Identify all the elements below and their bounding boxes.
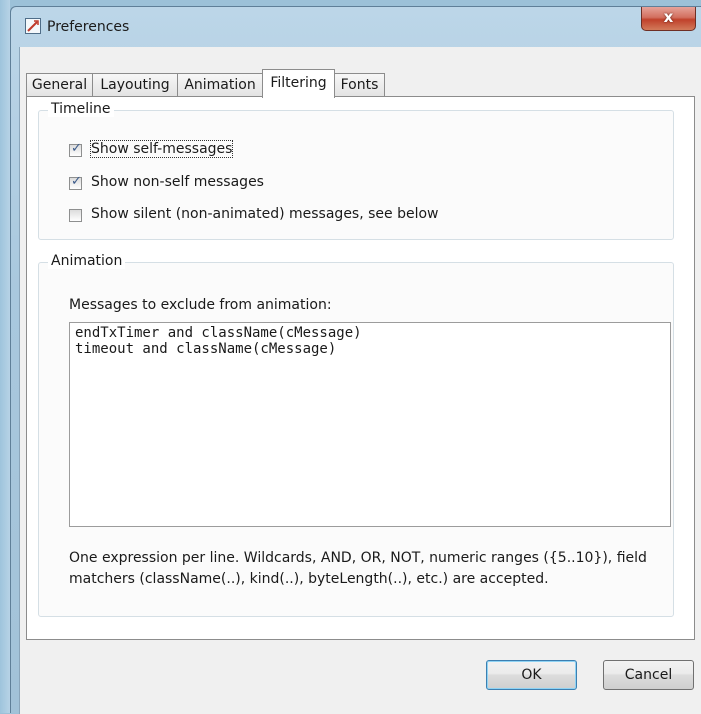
tab-fonts[interactable]: Fonts [334,73,385,97]
show-self-messages-checkbox[interactable]: ✓ [69,141,82,157]
title-bar[interactable]: Preferences x [11,7,701,47]
tab-layouting[interactable]: Layouting [92,73,178,97]
timeline-group-title: Timeline [48,101,114,117]
desktop-background [0,0,10,713]
timeline-group: Timeline ✓ Show self-messages ✓ Show non… [38,101,674,240]
show-non-self-messages-checkbox[interactable]: ✓ [69,174,82,190]
show-non-self-messages-label[interactable]: Show non-self messages [91,174,264,190]
show-silent-messages-checkbox[interactable] [69,209,82,222]
preferences-app-icon [25,18,41,34]
show-self-messages-label[interactable]: Show self-messages [89,140,234,158]
tab-animation[interactable]: Animation [177,73,263,97]
preferences-dialog: Preferences x General Layouting Animatio… [10,6,701,714]
animation-group-title: Animation [48,253,126,269]
window-title: Preferences [47,19,130,35]
filter-help-text: One expression per line. Wildcards, AND,… [69,550,647,587]
exclude-messages-label: Messages to exclude from animation: [69,297,332,313]
tab-general[interactable]: General [26,73,93,97]
checkmark-icon: ✓ [71,141,82,156]
checkmark-icon: ✓ [71,174,82,189]
dialog-client-area: General Layouting Animation Filtering Fo… [19,47,701,714]
cancel-button[interactable]: Cancel [603,660,694,690]
close-icon: x [663,8,674,26]
tab-filtering[interactable]: Filtering [262,69,335,98]
close-button[interactable]: x [641,7,696,31]
filtering-tab-panel: Timeline ✓ Show self-messages ✓ Show non… [26,96,695,640]
exclude-messages-textarea[interactable]: endTxTimer and className(cMessage) timeo… [69,322,671,527]
ok-button[interactable]: OK [486,660,577,690]
animation-group: Animation Messages to exclude from anima… [38,253,674,617]
show-silent-messages-label[interactable]: Show silent (non-animated) messages, see… [91,206,439,222]
